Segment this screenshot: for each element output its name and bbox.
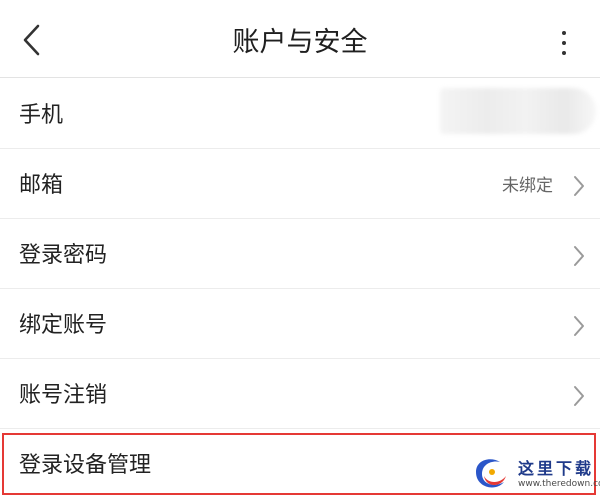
- settings-row-email[interactable]: 邮箱 未绑定: [0, 149, 600, 219]
- chevron-right-icon: [574, 176, 584, 196]
- settings-row-login-password[interactable]: 登录密码: [0, 219, 600, 289]
- chevron-right-icon: [574, 386, 584, 406]
- watermark-text: 这里下载: [518, 459, 595, 478]
- email-status-value: 未绑定: [502, 176, 553, 196]
- row-label-account-deletion: 账号注销: [19, 383, 108, 408]
- watermark: 这里下载 www.theredown.com: [470, 450, 600, 496]
- row-label-phone: 手机: [19, 103, 64, 128]
- row-label-login-password: 登录密码: [19, 243, 108, 268]
- phone-number-redacted: [440, 88, 596, 134]
- top-bar: 账户与安全: [0, 0, 600, 78]
- row-label-login-devices: 登录设备管理: [19, 453, 152, 478]
- chevron-right-icon: [574, 246, 584, 266]
- watermark-url: www.theredown.com: [518, 479, 600, 489]
- page-title: 账户与安全: [232, 27, 368, 58]
- more-vertical-icon: [552, 31, 576, 55]
- settings-row-bound-accounts[interactable]: 绑定账号: [0, 289, 600, 359]
- watermark-logo-icon: [476, 459, 506, 488]
- more-options-button[interactable]: [552, 28, 576, 60]
- row-label-email: 邮箱: [19, 173, 64, 198]
- row-label-bound-accounts: 绑定账号: [19, 313, 108, 338]
- settings-row-account-deletion[interactable]: 账号注销: [0, 359, 600, 429]
- chevron-right-icon: [574, 316, 584, 336]
